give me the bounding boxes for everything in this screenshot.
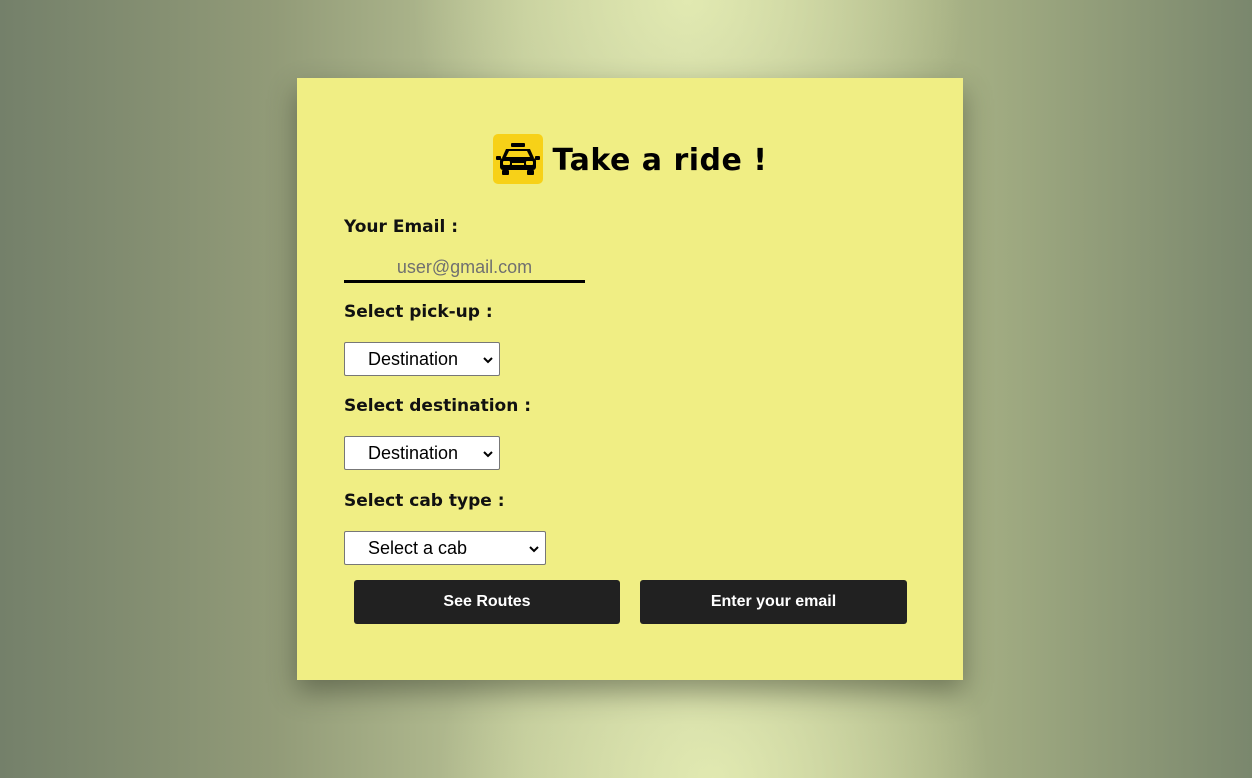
cab-type-select[interactable]: Select a cab	[344, 531, 546, 565]
email-label: Your Email :	[344, 217, 459, 237]
cab-type-selected-value: Select a cab	[368, 537, 468, 558]
chevron-down-icon	[483, 451, 493, 458]
see-routes-button[interactable]: See Routes	[354, 580, 620, 624]
destination-select[interactable]: Destination	[344, 436, 500, 470]
enter-email-button[interactable]: Enter your email	[640, 580, 907, 624]
ride-card: Take a ride ! Your Email : Select pick-u…	[297, 78, 963, 680]
chevron-down-icon	[529, 546, 539, 553]
destination-label: Select destination :	[344, 396, 532, 416]
taxi-icon	[492, 134, 543, 184]
page-title: Take a ride !	[552, 142, 768, 178]
destination-selected-value: Destination	[368, 442, 459, 463]
email-input[interactable]	[344, 254, 585, 283]
chevron-down-icon	[483, 357, 493, 364]
pickup-label: Select pick-up :	[344, 302, 493, 322]
pickup-selected-value: Destination	[368, 348, 459, 369]
cab-type-label: Select cab type :	[344, 491, 505, 511]
pickup-select[interactable]: Destination	[344, 342, 500, 376]
header: Take a ride !	[297, 134, 963, 184]
